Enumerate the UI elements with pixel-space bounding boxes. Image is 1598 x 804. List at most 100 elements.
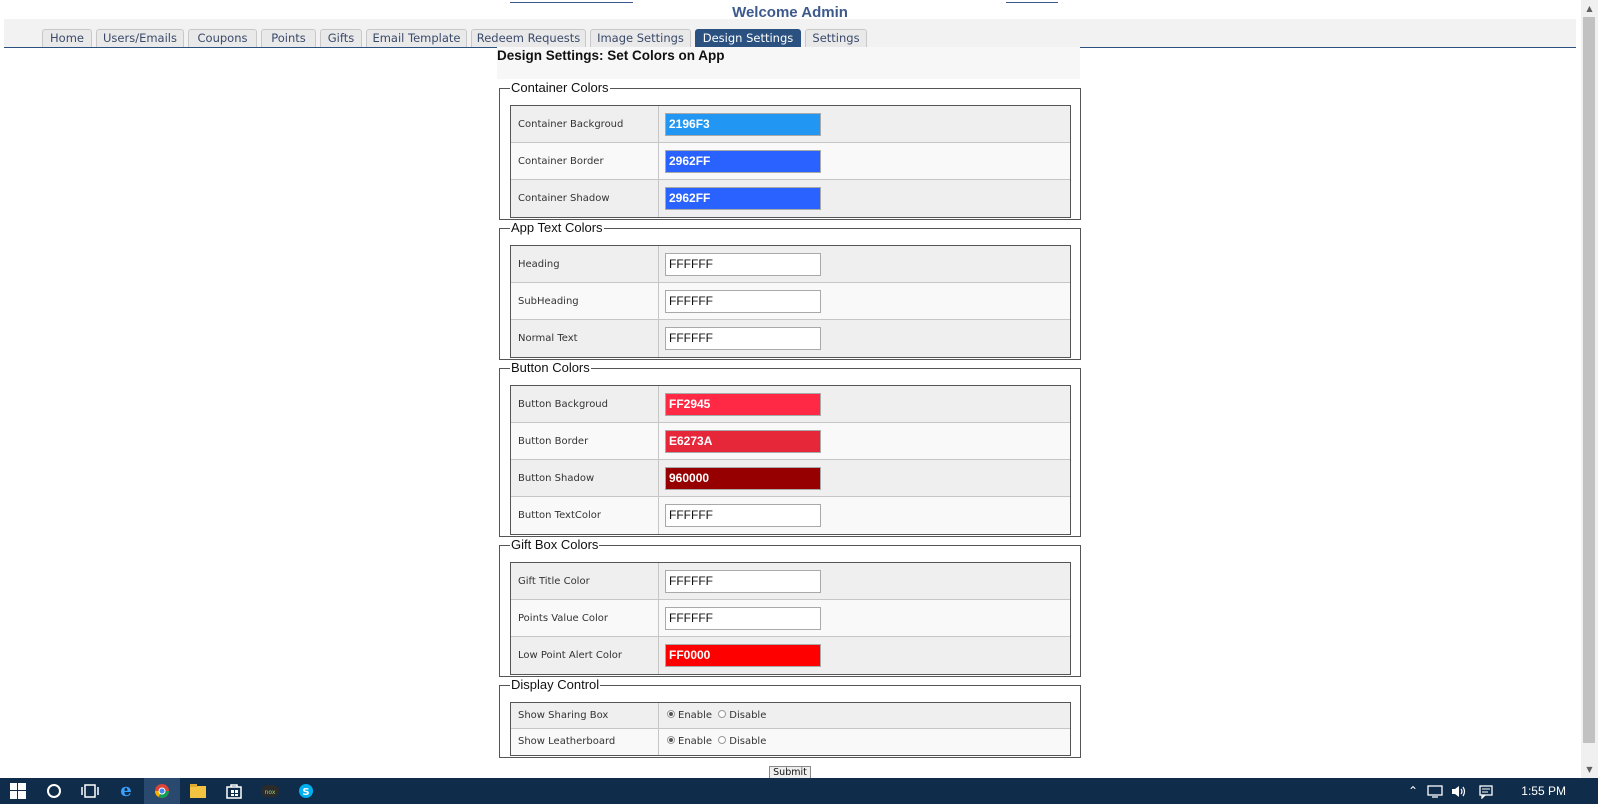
store-icon[interactable] (216, 778, 252, 804)
field-label: SubHeading (518, 296, 579, 307)
nox-icon[interactable]: nox (252, 778, 288, 804)
section-legend: App Text Colors (511, 220, 603, 235)
enable-radio[interactable] (667, 736, 675, 744)
field-label: Gift Title Color (518, 576, 590, 587)
button-colors-section: Button Colors Button Backgroud FF2945 Bu… (499, 361, 1081, 537)
tab-settings[interactable]: Settings (805, 29, 867, 47)
table-row: Button Shadow 960000 (511, 460, 1070, 497)
edge-browser-icon[interactable]: e (108, 778, 144, 804)
field-label: Button Shadow (518, 473, 595, 484)
radio-label: Disable (729, 736, 767, 747)
color-input[interactable]: FFFFFF (665, 570, 821, 593)
table-row: Container Shadow 2962FF (511, 180, 1070, 217)
nav-bar: Home Users/Emails Coupons Points Gifts E… (4, 19, 1576, 48)
header-link-left[interactable] (510, 0, 633, 3)
svg-text:nox: nox (265, 789, 276, 796)
field-label: Points Value Color (518, 613, 608, 624)
file-explorer-icon[interactable] (180, 778, 216, 804)
field-label: Container Shadow (518, 193, 610, 204)
section-legend: Container Colors (511, 80, 609, 95)
tab-redeem-requests[interactable]: Redeem Requests (471, 29, 586, 47)
gift-box-colors-section: Gift Box Colors Gift Title Color FFFFFF … (499, 538, 1081, 677)
color-input[interactable]: FFFFFF (665, 253, 821, 276)
table-row: Normal Text FFFFFF (511, 320, 1070, 357)
cortana-search-icon[interactable] (36, 778, 72, 804)
volume-icon[interactable] (1451, 778, 1467, 804)
container-colors-section: Container Colors Container Backgroud 219… (499, 81, 1081, 220)
header-link-right[interactable] (1006, 0, 1058, 3)
tab-users-emails[interactable]: Users/Emails (96, 29, 184, 47)
table-row: Heading FFFFFF (511, 246, 1070, 283)
field-label: Button TextColor (518, 510, 602, 521)
radio-group: Enable Disable (667, 703, 769, 729)
scroll-down-arrow-icon[interactable]: ▼ (1581, 761, 1598, 778)
color-input[interactable]: FFFFFF (665, 290, 821, 313)
enable-radio[interactable] (667, 710, 675, 718)
table-row: Gift Title Color FFFFFF (511, 563, 1070, 600)
skype-icon[interactable]: S (288, 778, 324, 804)
table-row: Show Sharing Box Enable Disable (511, 703, 1070, 729)
chevron-up-icon[interactable]: ⌃ (1408, 778, 1418, 804)
color-input[interactable]: 960000 (665, 467, 821, 490)
field-label: Show Sharing Box (518, 710, 609, 721)
table-row: SubHeading FFFFFF (511, 283, 1070, 320)
table-row: Low Point Alert Color FF0000 (511, 637, 1070, 674)
section-legend: Display Control (511, 677, 600, 692)
task-view-icon[interactable] (72, 778, 108, 804)
table-row: Container Border 2962FF (511, 143, 1070, 180)
color-table: Heading FFFFFF SubHeading FFFFFF Normal … (510, 245, 1071, 358)
field-label: Container Border (518, 156, 604, 167)
display-control-section: Display Control Show Sharing Box Enable … (499, 678, 1081, 758)
table-row: Container Backgroud 2196F3 (511, 106, 1070, 143)
color-input[interactable]: 2962FF (665, 150, 821, 173)
tab-home[interactable]: Home (42, 29, 92, 47)
notification-icon[interactable] (1479, 778, 1493, 804)
tab-coupons[interactable]: Coupons (188, 29, 257, 47)
table-row: Points Value Color FFFFFF (511, 600, 1070, 637)
field-label: Button Backgroud (518, 399, 608, 410)
page-title: Design Settings: Set Colors on App (497, 47, 1080, 79)
radio-group: Enable Disable (667, 729, 769, 755)
color-input[interactable]: FFFFFF (665, 504, 821, 527)
radio-label: Enable (678, 710, 713, 721)
radio-label: Enable (678, 736, 713, 747)
tab-points[interactable]: Points (261, 29, 316, 47)
scroll-up-arrow-icon[interactable]: ▲ (1581, 0, 1598, 17)
table-row: Button Border E6273A (511, 423, 1070, 460)
svg-text:S: S (302, 787, 309, 798)
vertical-scrollbar[interactable]: ▲ ▼ (1581, 0, 1598, 778)
tab-email-template[interactable]: Email Template (366, 29, 467, 47)
color-input[interactable]: 2962FF (665, 187, 821, 210)
color-input[interactable]: FF0000 (665, 644, 821, 667)
color-input[interactable]: FFFFFF (665, 327, 821, 350)
windows-start-icon[interactable] (0, 778, 36, 804)
field-label: Normal Text (518, 333, 578, 344)
tab-gifts[interactable]: Gifts (320, 29, 362, 47)
field-label: Heading (518, 259, 560, 270)
tab-design-settings[interactable]: Design Settings (695, 29, 801, 47)
table-row: Button TextColor FFFFFF (511, 497, 1070, 534)
tab-image-settings[interactable]: Image Settings (590, 29, 691, 47)
network-icon[interactable] (1427, 778, 1443, 804)
color-input[interactable]: 2196F3 (665, 113, 821, 136)
color-table: Container Backgroud 2196F3 Container Bor… (510, 105, 1071, 218)
chrome-browser-icon[interactable] (144, 778, 180, 804)
section-legend: Gift Box Colors (511, 537, 599, 552)
taskbar-clock[interactable]: 1:55 PM (1521, 778, 1566, 804)
radio-label: Disable (729, 710, 767, 721)
scroll-thumb[interactable] (1583, 17, 1595, 743)
field-label: Button Border (518, 436, 589, 447)
field-label: Show Leatherboard (518, 736, 616, 747)
section-legend: Button Colors (511, 360, 590, 375)
field-label: Low Point Alert Color (518, 650, 622, 661)
app-text-colors-section: App Text Colors Heading FFFFFF SubHeadin… (499, 221, 1081, 360)
color-table: Gift Title Color FFFFFF Points Value Col… (510, 562, 1071, 675)
display-control-table: Show Sharing Box Enable Disable Show Lea… (510, 702, 1071, 756)
taskbar: e nox S ⌃ 1:55 PM (0, 778, 1598, 804)
color-input[interactable]: FFFFFF (665, 607, 821, 630)
color-input[interactable]: FF2945 (665, 393, 821, 416)
table-row: Show Leatherboard Enable Disable (511, 729, 1070, 755)
disable-radio[interactable] (718, 710, 727, 718)
disable-radio[interactable] (718, 736, 727, 744)
color-input[interactable]: E6273A (665, 430, 821, 453)
